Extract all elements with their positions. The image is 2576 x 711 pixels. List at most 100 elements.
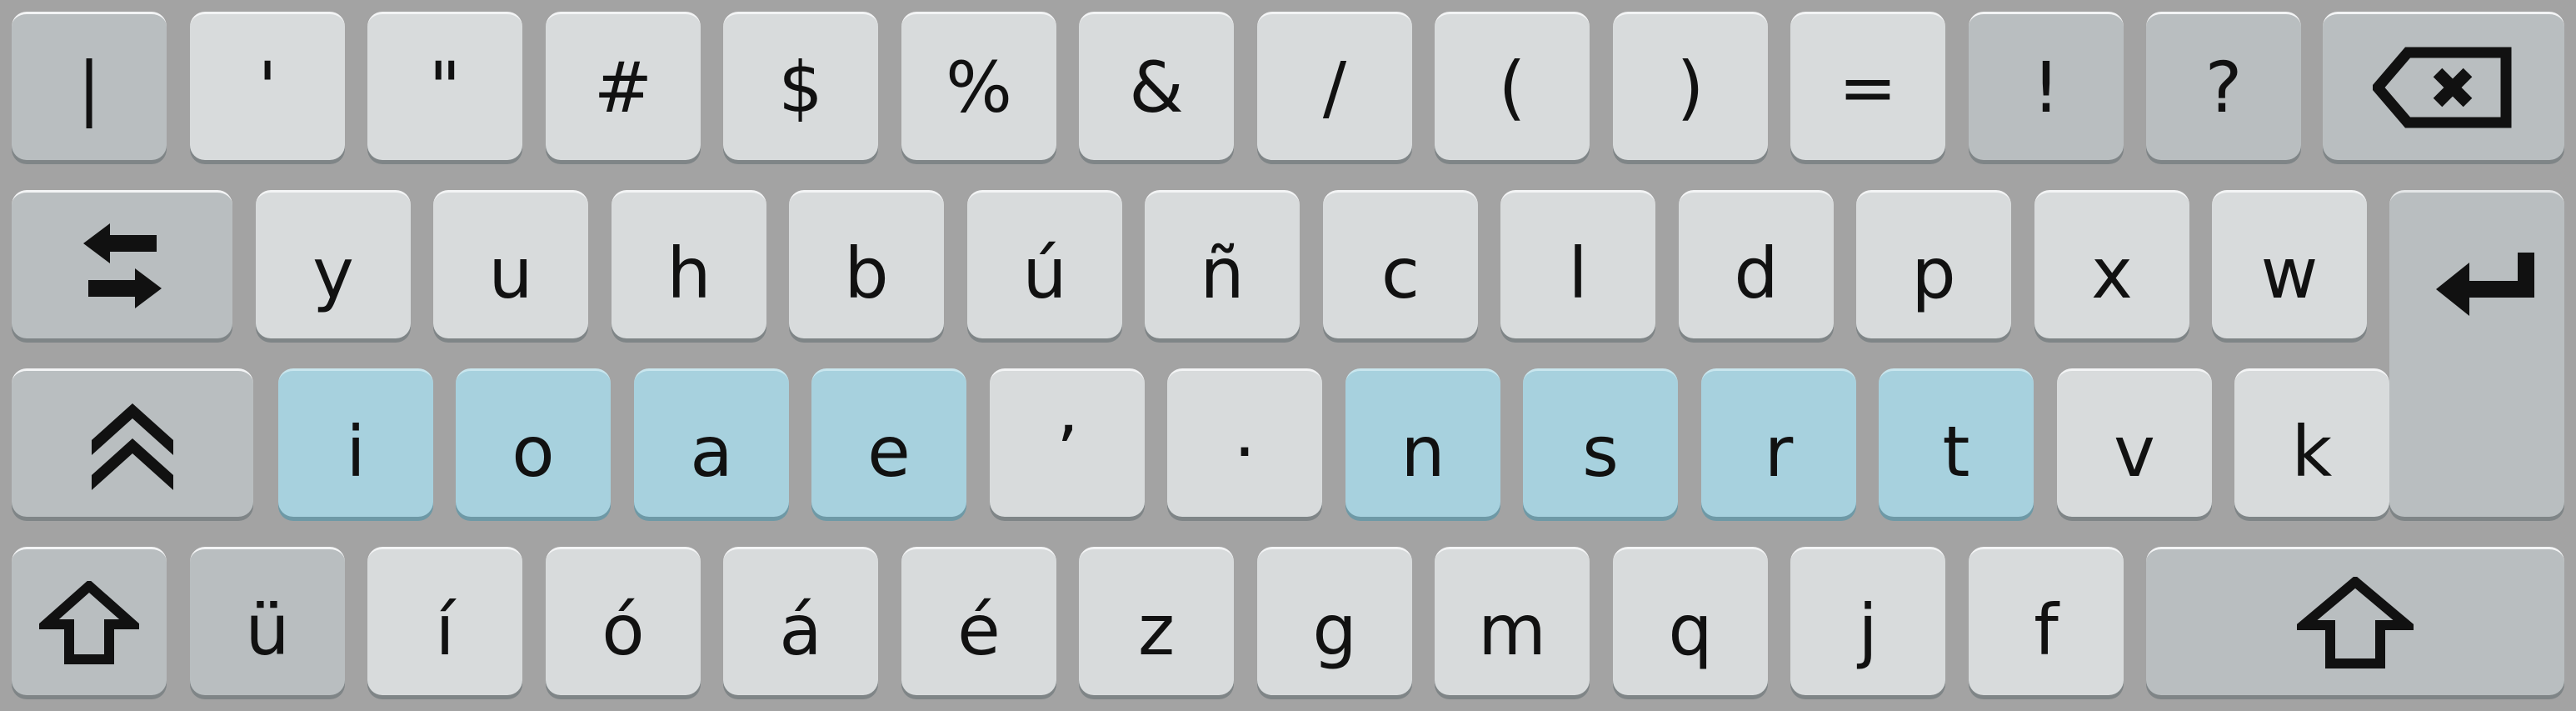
key-label: (	[1498, 46, 1526, 128]
key-u[interactable]: u	[433, 190, 588, 338]
key-ampersand[interactable]: &	[1079, 12, 1234, 160]
key-label: =	[1838, 46, 1898, 128]
key-a-acute[interactable]: á	[723, 547, 878, 695]
key-label: ü	[245, 588, 290, 671]
key-j[interactable]: j	[1790, 547, 1945, 695]
key-label: h	[666, 232, 711, 314]
enter-icon	[2436, 253, 2534, 316]
key-label: ñ	[1200, 232, 1245, 314]
key-dollar[interactable]: $	[723, 12, 878, 160]
key-label: $	[778, 46, 823, 128]
key-label: é	[957, 588, 1001, 671]
key-w[interactable]: w	[2212, 190, 2367, 338]
key-x[interactable]: x	[2034, 190, 2189, 338]
key-label: ú	[1022, 232, 1067, 314]
enter-key[interactable]	[2389, 190, 2564, 517]
key-r[interactable]: r	[1701, 368, 1856, 517]
key-label: u	[488, 232, 533, 314]
key-e[interactable]: e	[811, 368, 966, 517]
key-b[interactable]: b	[789, 190, 944, 338]
key-label: ’	[1056, 410, 1079, 493]
key-open-paren[interactable]: (	[1435, 12, 1590, 160]
caps-lock-icon	[92, 403, 173, 490]
key-k[interactable]: k	[2234, 368, 2389, 517]
key-o-acute[interactable]: ó	[546, 547, 701, 695]
caps-lock-key[interactable]	[12, 368, 253, 517]
key-close-paren[interactable]: )	[1613, 12, 1768, 160]
key-d[interactable]: d	[1679, 190, 1834, 338]
key-label: d	[1734, 232, 1779, 314]
key-u-acute[interactable]: ú	[967, 190, 1122, 338]
key-q[interactable]: q	[1613, 547, 1768, 695]
key-m[interactable]: m	[1435, 547, 1590, 695]
key-i[interactable]: i	[278, 368, 433, 517]
key-a[interactable]: a	[634, 368, 789, 517]
key-e-acute[interactable]: é	[901, 547, 1056, 695]
key-equals[interactable]: =	[1790, 12, 1945, 160]
key-o[interactable]: o	[456, 368, 611, 517]
key-g[interactable]: g	[1257, 547, 1412, 695]
key-pipe[interactable]: |	[12, 12, 167, 160]
key-label: f	[2034, 588, 2059, 671]
key-f[interactable]: f	[1969, 547, 2124, 695]
key-label: o	[512, 410, 555, 493]
key-hash[interactable]: #	[546, 12, 701, 160]
key-label: c	[1380, 232, 1420, 314]
key-z[interactable]: z	[1079, 547, 1234, 695]
key-label: g	[1312, 588, 1357, 671]
key-l[interactable]: l	[1500, 190, 1655, 338]
shift-icon	[2297, 576, 2414, 668]
key-y[interactable]: y	[256, 190, 411, 338]
backspace-icon	[2373, 47, 2512, 128]
key-label: i	[346, 410, 366, 493]
key-label: j	[1858, 588, 1878, 671]
key-s[interactable]: s	[1523, 368, 1678, 517]
key-u-diaeresis[interactable]: ü	[190, 547, 345, 695]
backspace-key[interactable]	[2323, 12, 2564, 160]
key-label: z	[1137, 588, 1176, 671]
key-question[interactable]: ?	[2146, 12, 2301, 160]
key-label: %	[946, 46, 1012, 128]
key-label: p	[1911, 232, 1956, 314]
key-label: n	[1400, 410, 1445, 493]
key-label: á	[779, 588, 822, 671]
key-label: b	[844, 232, 889, 314]
key-t[interactable]: t	[1879, 368, 2034, 517]
key-label: a	[690, 410, 733, 493]
key-label: e	[867, 410, 911, 493]
key-label: l	[1568, 232, 1588, 314]
key-double-quote[interactable]: "	[367, 12, 522, 160]
key-label: ·	[1233, 410, 1256, 493]
key-label: '	[257, 46, 277, 128]
key-label: m	[1478, 588, 1546, 671]
key-slash[interactable]: /	[1257, 12, 1412, 160]
key-label: |	[77, 46, 102, 128]
key-label: "	[428, 46, 462, 128]
key-exclamation[interactable]: !	[1969, 12, 2124, 160]
key-label: ?	[2204, 46, 2243, 128]
shift-key-left[interactable]	[12, 547, 167, 695]
key-v[interactable]: v	[2057, 368, 2212, 517]
key-label: t	[1942, 410, 1970, 493]
swap-layout-icon	[82, 223, 162, 308]
key-label: !	[2032, 46, 2060, 128]
key-label: k	[2291, 410, 2333, 493]
key-middle-dot[interactable]: ·	[1167, 368, 1322, 517]
key-label: w	[2260, 232, 2319, 314]
shift-key-right[interactable]	[2146, 547, 2564, 695]
key-label: y	[312, 232, 354, 314]
key-comma[interactable]: ’	[990, 368, 1145, 517]
key-p[interactable]: p	[1856, 190, 2011, 338]
key-percent[interactable]: %	[901, 12, 1056, 160]
key-n-tilde[interactable]: ñ	[1145, 190, 1300, 338]
key-h[interactable]: h	[612, 190, 766, 338]
swap-layout-key[interactable]	[12, 190, 232, 338]
key-label: s	[1582, 410, 1619, 493]
key-c[interactable]: c	[1323, 190, 1478, 338]
key-label: /	[1322, 46, 1347, 128]
key-i-acute[interactable]: í	[367, 547, 522, 695]
key-n[interactable]: n	[1345, 368, 1500, 517]
key-label: ó	[602, 588, 645, 671]
key-label: #	[593, 46, 653, 128]
key-apostrophe[interactable]: '	[190, 12, 345, 160]
